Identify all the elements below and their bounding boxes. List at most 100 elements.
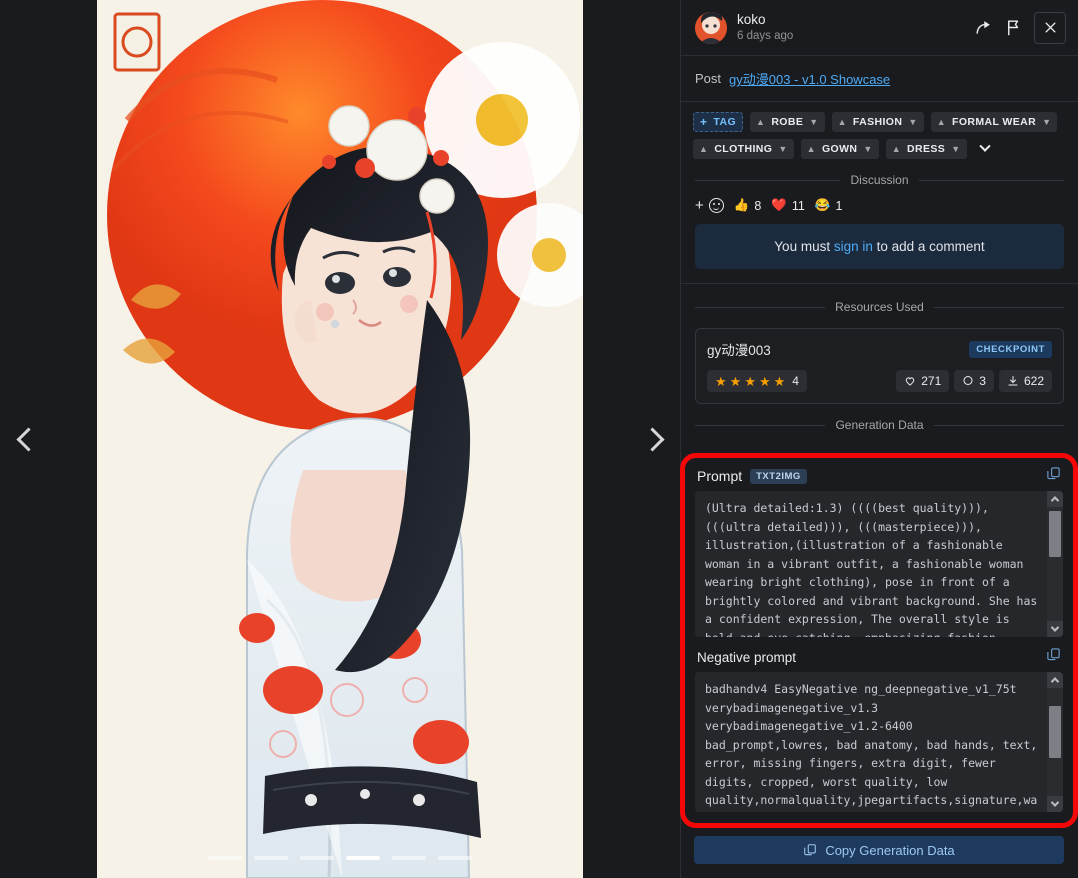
rating-stars[interactable]: ★ ★ ★ ★ ★ 4 bbox=[707, 370, 807, 392]
upvote-icon[interactable]: ▲ bbox=[937, 117, 946, 127]
likes-count: 271 bbox=[921, 374, 942, 388]
tag-clothing[interactable]: ▲ CLOTHING ▼ bbox=[693, 139, 794, 159]
post-row: Post gy动漫003 - v1.0 Showcase bbox=[681, 56, 1078, 102]
scroll-up-icon[interactable] bbox=[1047, 672, 1063, 688]
comments-count: 3 bbox=[979, 374, 986, 388]
reaction-heart[interactable]: ❤️ 11 bbox=[771, 198, 805, 213]
prompt-text: (Ultra detailed:1.3) ((((best quality)))… bbox=[705, 501, 1038, 637]
resources-label: Resources Used bbox=[835, 300, 924, 314]
stat-group: 271 3 622 bbox=[896, 370, 1052, 392]
signin-prefix: You must bbox=[774, 239, 834, 254]
carousel-dot[interactable] bbox=[254, 856, 288, 860]
reaction-count: 8 bbox=[754, 198, 762, 213]
add-tag-button[interactable]: + TAG bbox=[693, 112, 744, 132]
add-tag-label: TAG bbox=[713, 116, 737, 128]
downvote-icon[interactable]: ▼ bbox=[908, 117, 917, 127]
chevron-down-icon bbox=[978, 140, 991, 152]
signin-suffix: to add a comment bbox=[872, 239, 985, 254]
prompt-textbox[interactable]: (Ultra detailed:1.3) ((((best quality)))… bbox=[695, 491, 1063, 637]
negative-prompt-scrollbar[interactable] bbox=[1047, 672, 1063, 812]
carousel-dot[interactable] bbox=[438, 856, 472, 860]
share-icon[interactable] bbox=[968, 13, 998, 43]
generation-data-panel: Prompt TXT2IMG (Ultra detailed:1.3) ((((… bbox=[680, 453, 1078, 828]
reaction-thumbsup[interactable]: 👍 8 bbox=[734, 198, 762, 213]
comments-stat: 3 bbox=[954, 370, 994, 392]
copy-icon bbox=[1047, 648, 1060, 661]
carousel-dot[interactable] bbox=[300, 856, 334, 860]
upvote-icon[interactable]: ▲ bbox=[807, 144, 816, 154]
resource-card-top: gy动漫003 CHECKPOINT bbox=[707, 339, 1052, 359]
star-icon: ★ bbox=[758, 373, 771, 389]
resource-card[interactable]: gy动漫003 CHECKPOINT ★ ★ ★ ★ ★ 4 271 3 622 bbox=[695, 328, 1064, 404]
heart-icon: ❤️ bbox=[771, 198, 787, 212]
tag-label: DRESS bbox=[907, 143, 946, 155]
carousel-dot-active[interactable] bbox=[346, 856, 380, 860]
image-viewer bbox=[0, 0, 680, 878]
add-reaction-button[interactable]: + bbox=[695, 197, 724, 214]
prompt-type-badge: TXT2IMG bbox=[750, 468, 807, 484]
reaction-count: 1 bbox=[835, 198, 843, 213]
downvote-icon[interactable]: ▼ bbox=[1042, 117, 1051, 127]
downvote-icon[interactable]: ▼ bbox=[951, 144, 960, 154]
reaction-joy[interactable]: 😂 1 bbox=[815, 198, 843, 213]
likes-stat: 271 bbox=[896, 370, 950, 392]
tag-dress[interactable]: ▲ DRESS ▼ bbox=[885, 139, 967, 159]
previous-image-button[interactable] bbox=[6, 417, 50, 461]
prompt-header-left: Prompt TXT2IMG bbox=[697, 468, 807, 484]
scroll-down-icon[interactable] bbox=[1047, 796, 1063, 812]
next-image-button[interactable] bbox=[630, 417, 674, 461]
resources-section: Resources Used gy动漫003 CHECKPOINT ★ ★ ★ … bbox=[681, 284, 1078, 416]
tag-formal-wear[interactable]: ▲ FORMAL WEAR ▼ bbox=[930, 112, 1058, 132]
comment-icon bbox=[963, 376, 973, 385]
resource-type-badge: CHECKPOINT bbox=[969, 340, 1052, 358]
copy-generation-data-button[interactable]: Copy Generation Data bbox=[694, 836, 1064, 864]
post-link[interactable]: gy动漫003 - v1.0 Showcase bbox=[729, 69, 890, 88]
generation-data-inner: Prompt TXT2IMG (Ultra detailed:1.3) ((((… bbox=[685, 458, 1073, 822]
thumbsup-icon: 👍 bbox=[733, 198, 750, 212]
smiley-icon bbox=[708, 198, 724, 213]
close-button[interactable] bbox=[1034, 11, 1066, 44]
avatar[interactable] bbox=[695, 11, 727, 44]
scroll-down-icon[interactable] bbox=[1047, 621, 1063, 637]
image-detail-page: koko 6 days ago Post gy动漫003 - v1.0 Show… bbox=[0, 0, 1078, 878]
signin-link[interactable]: sign in bbox=[834, 239, 873, 254]
carousel-dot[interactable] bbox=[392, 856, 426, 860]
tag-gown[interactable]: ▲ GOWN ▼ bbox=[800, 139, 879, 159]
tag-row: + TAG ▲ ROBE ▼ ▲ FASHION ▼ ▲ FORMAL WEAR… bbox=[693, 112, 1066, 159]
negative-prompt-textbox[interactable]: badhandv4 EasyNegative ng_deepnegative_v… bbox=[695, 672, 1063, 812]
copy-prompt-button[interactable] bbox=[1046, 466, 1061, 486]
rating-count: 4 bbox=[792, 374, 799, 388]
downvote-icon[interactable]: ▼ bbox=[863, 144, 872, 154]
signin-prompt: You must sign in to add a comment bbox=[695, 224, 1064, 269]
scroll-track[interactable] bbox=[1047, 507, 1063, 621]
close-icon bbox=[1045, 22, 1055, 33]
show-more-tags-button[interactable] bbox=[974, 139, 996, 159]
upvote-icon[interactable]: ▲ bbox=[756, 117, 765, 127]
scroll-track[interactable] bbox=[1047, 688, 1063, 796]
artwork-illustration bbox=[97, 0, 583, 878]
carousel-indicators[interactable] bbox=[0, 856, 680, 860]
copy-negative-prompt-button[interactable] bbox=[1046, 647, 1061, 667]
avatar-image bbox=[695, 11, 727, 44]
tag-robe[interactable]: ▲ ROBE ▼ bbox=[750, 112, 825, 132]
download-icon bbox=[1008, 376, 1018, 386]
downvote-icon[interactable]: ▼ bbox=[778, 144, 787, 154]
resource-card-stats: ★ ★ ★ ★ ★ 4 271 3 622 bbox=[707, 370, 1052, 392]
upvote-icon[interactable]: ▲ bbox=[699, 144, 708, 154]
downloads-count: 622 bbox=[1023, 374, 1044, 388]
scroll-up-icon[interactable] bbox=[1047, 491, 1063, 507]
copy-icon bbox=[804, 844, 817, 856]
flag-icon[interactable] bbox=[998, 13, 1028, 43]
user-info: koko 6 days ago bbox=[737, 12, 968, 43]
scroll-thumb[interactable] bbox=[1049, 511, 1061, 557]
copy-generation-data-label: Copy Generation Data bbox=[825, 842, 955, 858]
prompt-scrollbar[interactable] bbox=[1047, 491, 1063, 637]
upvote-icon[interactable]: ▲ bbox=[892, 144, 901, 154]
tag-fashion[interactable]: ▲ FASHION ▼ bbox=[831, 112, 924, 132]
scroll-thumb[interactable] bbox=[1049, 706, 1061, 758]
carousel-dot[interactable] bbox=[208, 856, 242, 860]
upvote-icon[interactable]: ▲ bbox=[838, 117, 847, 127]
tag-label: ROBE bbox=[771, 116, 804, 128]
post-label: Post bbox=[695, 71, 722, 86]
downvote-icon[interactable]: ▼ bbox=[809, 117, 818, 127]
